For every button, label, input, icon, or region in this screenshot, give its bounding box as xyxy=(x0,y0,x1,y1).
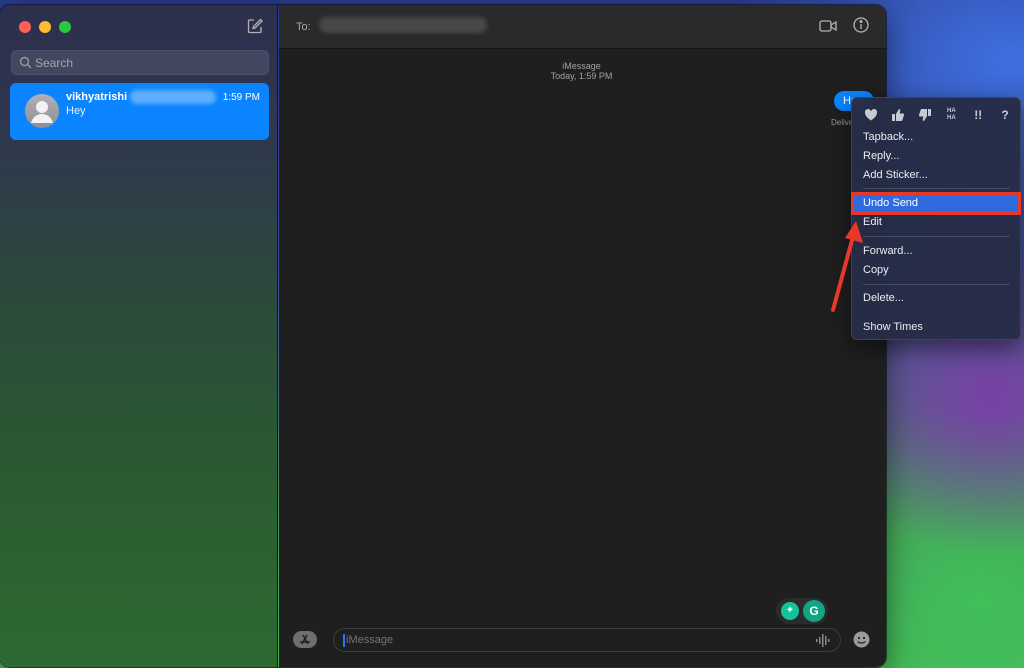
question-icon[interactable]: ? xyxy=(998,108,1012,122)
search-field[interactable] xyxy=(11,50,269,75)
menu-item-add-sticker[interactable]: Add Sticker... xyxy=(863,169,928,181)
menu-item-copy[interactable]: Copy xyxy=(863,264,889,276)
menu-item-edit[interactable]: Edit xyxy=(863,216,882,228)
lightbulb-icon[interactable]: ✦ xyxy=(781,602,799,620)
heart-icon[interactable] xyxy=(864,108,878,122)
service-label: iMessage xyxy=(562,61,601,71)
to-label: To: xyxy=(296,21,311,33)
zoom-window-button[interactable] xyxy=(59,21,71,33)
search-icon xyxy=(19,56,32,69)
haha-icon[interactable]: HA HA xyxy=(944,108,958,122)
conversation-name: vikhyatrishi xyxy=(66,91,128,103)
menu-item-show-times[interactable]: Show Times xyxy=(863,321,923,333)
grammarly-icon[interactable]: G xyxy=(803,600,825,622)
message-context-menu: HA HA !! ? Tapback... Reply... Add Stick… xyxy=(851,97,1021,340)
close-window-button[interactable] xyxy=(19,21,31,33)
tapback-row: HA HA !! ? xyxy=(864,108,1012,122)
menu-separator xyxy=(863,236,1010,237)
annotation-arrow xyxy=(831,221,863,312)
conversation-preview: Hey xyxy=(66,105,86,117)
emoji-icon[interactable] xyxy=(853,631,870,648)
message-input[interactable] xyxy=(346,629,806,651)
exclamation-icon[interactable]: !! xyxy=(971,108,985,122)
info-icon[interactable] xyxy=(853,17,869,33)
menu-item-forward[interactable]: Forward... xyxy=(863,245,913,257)
menu-item-delete[interactable]: Delete... xyxy=(863,292,904,304)
audio-waveform-icon[interactable] xyxy=(816,634,830,647)
redacted-recipient xyxy=(319,17,487,33)
grammarly-widget[interactable]: ✦ G xyxy=(776,598,828,624)
window-controls xyxy=(19,21,71,33)
message-timestamp: Today, 1:59 PM xyxy=(550,71,613,81)
search-input[interactable] xyxy=(35,51,263,74)
sidebar: vikhyatrishi 1:59 PM Hey xyxy=(0,5,278,667)
message-compose-field[interactable] xyxy=(333,628,841,652)
app-store-icon[interactable] xyxy=(293,631,317,648)
video-call-icon[interactable] xyxy=(819,19,837,33)
menu-separator xyxy=(863,188,1010,189)
minimize-window-button[interactable] xyxy=(39,21,51,33)
menu-separator xyxy=(863,284,1010,285)
chat-header: To: xyxy=(279,5,886,49)
conversation-item[interactable]: vikhyatrishi 1:59 PM Hey xyxy=(10,83,269,140)
menu-item-tapback[interactable]: Tapback... xyxy=(863,131,913,143)
thumbs-down-icon[interactable] xyxy=(918,108,932,122)
menu-item-reply[interactable]: Reply... xyxy=(863,150,899,162)
messages-window: vikhyatrishi 1:59 PM Hey To: iMessage To… xyxy=(0,5,886,667)
chat-pane: To: iMessage Today, 1:59 PM Hey Delivere… xyxy=(279,5,886,667)
thumbs-up-icon[interactable] xyxy=(891,108,905,122)
menu-item-undo-send[interactable]: Undo Send xyxy=(863,197,918,209)
avatar xyxy=(25,94,59,128)
text-cursor xyxy=(343,634,345,647)
conversation-time: 1:59 PM xyxy=(222,92,260,103)
redacted-name xyxy=(130,90,216,104)
compose-icon[interactable] xyxy=(246,17,264,35)
